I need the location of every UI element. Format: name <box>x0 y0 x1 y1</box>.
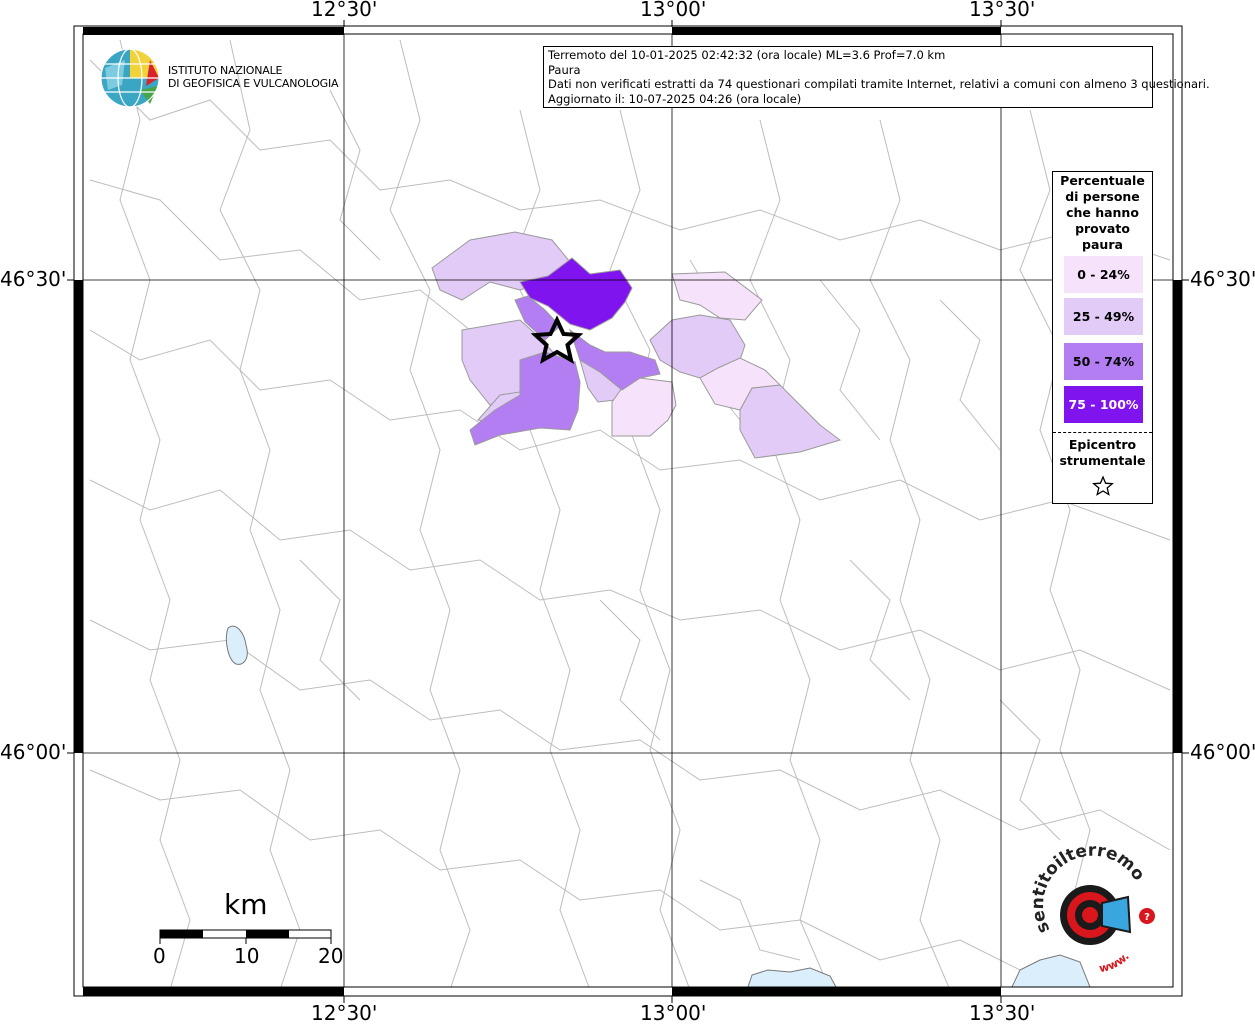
brand-url: www. <box>1098 950 1132 975</box>
brand-url-path: www. <box>1098 950 1132 975</box>
brand-text: sentitoilterremoto.it <box>0 0 1149 936</box>
brand-text-path: sentitoilterremoto.it <box>0 0 1149 936</box>
brand-text-layer: sentitoilterremoto.it www. <box>0 0 1149 975</box>
